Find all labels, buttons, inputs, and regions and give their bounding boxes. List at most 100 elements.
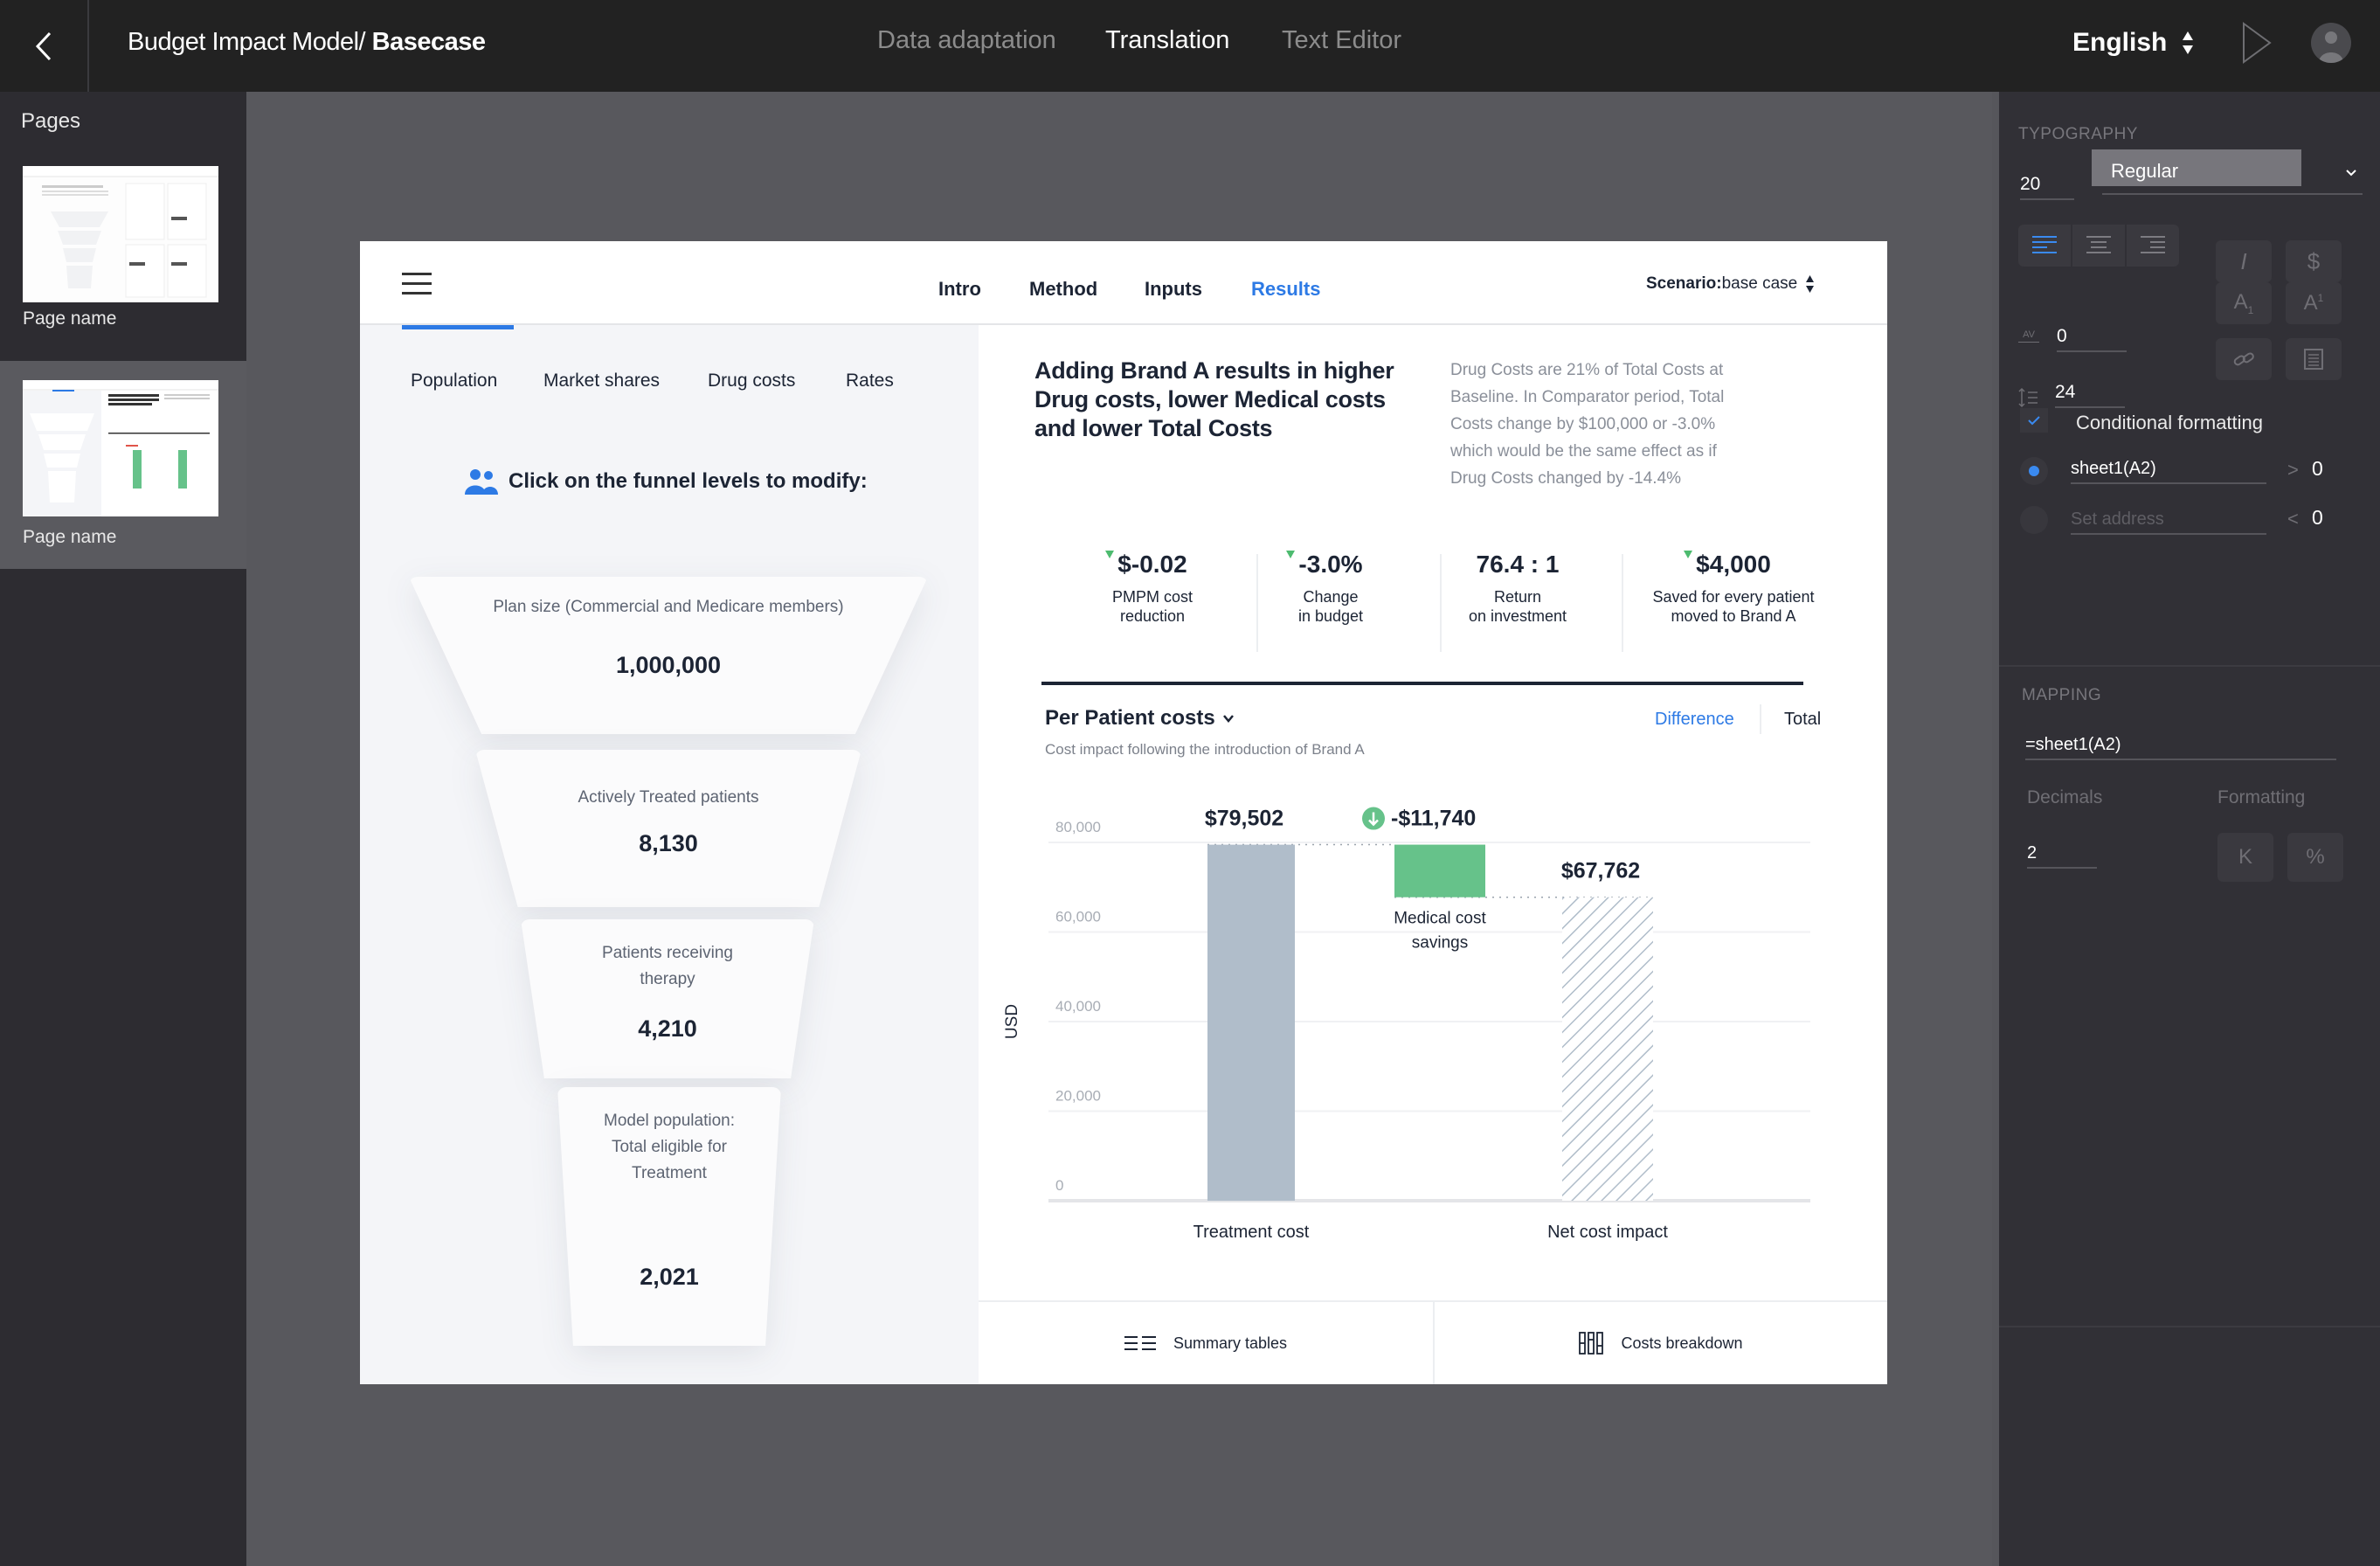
tab-translation[interactable]: Translation xyxy=(1105,26,1229,55)
subtab-population[interactable]: Population xyxy=(411,371,497,392)
bar-value-label: -$11,740 xyxy=(1391,807,1476,831)
page-thumbnail-item[interactable]: Page name xyxy=(0,166,246,358)
link-icon xyxy=(2233,352,2254,366)
scenario-selector[interactable]: Scenario:base case xyxy=(1646,274,1815,294)
align-center-button[interactable] xyxy=(2072,225,2125,267)
costs-breakdown-label: Costs breakdown xyxy=(1621,1334,1743,1352)
summary-tables-label: Summary tables xyxy=(1173,1334,1288,1352)
hamburger-menu-icon[interactable] xyxy=(402,273,432,295)
mapping-section-label: MAPPING xyxy=(2022,686,2102,704)
line-height-input[interactable]: 24 xyxy=(2055,382,2125,408)
conditional-formatting-checkbox[interactable] xyxy=(2020,408,2048,433)
section-divider xyxy=(1999,665,2380,667)
rule-1-value[interactable]: 0 xyxy=(2312,457,2323,481)
font-weight-select[interactable]: Regular xyxy=(2092,149,2363,195)
pages-title: Pages xyxy=(21,109,81,133)
letter-spacing-icon: AV xyxy=(2018,329,2039,343)
page-thumbnail xyxy=(23,380,218,516)
rule-2-operator[interactable]: < xyxy=(2287,508,2299,530)
subtab-market-shares[interactable]: Market shares xyxy=(543,371,660,392)
list-icon xyxy=(1124,1336,1156,1350)
italic-button[interactable]: I xyxy=(2216,240,2272,282)
subtab-rates[interactable]: Rates xyxy=(846,371,894,392)
superscript-glyph: A xyxy=(2303,291,2318,315)
funnel-level-receiving-therapy[interactable]: Patients receiving therapy 4,210 xyxy=(521,919,814,1078)
subtab-drug-costs[interactable]: Drug costs xyxy=(708,371,795,392)
sort-arrows-icon xyxy=(1806,275,1815,293)
funnel-hint: Click on the funnel levels to modify: xyxy=(465,468,868,495)
funnel-level-plan-size[interactable]: Plan size (Commercial and Medicare membe… xyxy=(409,577,928,734)
conditional-formatting-label: Conditional formatting xyxy=(2076,412,2264,433)
document-title-scenario: Basecase xyxy=(371,28,486,56)
format-thousands-label: K xyxy=(2238,845,2252,869)
align-left-button[interactable] xyxy=(2018,225,2071,267)
funnel-level-label: Actively Treated patients xyxy=(578,788,759,807)
user-avatar[interactable] xyxy=(2311,23,2351,63)
rule-1-address-input[interactable]: sheet1(A2) xyxy=(2071,459,2266,484)
funnel-level-value: 2,021 xyxy=(640,1264,699,1290)
x-category-label: Net cost impact xyxy=(1547,1223,1668,1242)
rule-2-radio[interactable] xyxy=(2020,506,2048,534)
user-avatar-icon xyxy=(2319,31,2343,63)
paragraph-icon xyxy=(2304,349,2323,370)
properties-panel: TYPOGRAPHY 20 Regular I $ A1 A1 AV 0 24 … xyxy=(1992,92,2380,1566)
decimals-input[interactable]: 2 xyxy=(2027,843,2097,869)
columns-icon xyxy=(1579,1332,1604,1355)
y-tick-label: 80,000 xyxy=(1055,819,1101,835)
mapping-formula-input[interactable]: =sheet1(A2) xyxy=(2025,735,2336,760)
subscript-icon: A1 xyxy=(2234,290,2254,316)
subscript-button[interactable]: A1 xyxy=(2216,282,2272,324)
funnel-level-shape xyxy=(475,750,861,907)
language-selector[interactable]: English xyxy=(2072,28,2194,58)
funnel-level-actively-treated[interactable]: Actively Treated patients 8,130 xyxy=(475,750,861,907)
bar-net-cost-impact xyxy=(1562,897,1653,1201)
rule-1-operator[interactable]: > xyxy=(2287,459,2299,482)
funnel-hint-text: Click on the funnel levels to modify: xyxy=(509,469,868,493)
results-bottom-bar: Summary tables Costs breakdown xyxy=(979,1300,1887,1384)
summary-tables-button[interactable]: Summary tables xyxy=(979,1302,1433,1384)
superscript-icon: A1 xyxy=(2304,291,2324,315)
bar-value-label: $67,762 xyxy=(1561,859,1640,883)
y-tick-label: 20,000 xyxy=(1055,1088,1101,1105)
funnel-level-label: Plan size (Commercial and Medicare membe… xyxy=(493,598,844,616)
nav-results[interactable]: Results xyxy=(1251,278,1320,301)
rule-1-radio[interactable] xyxy=(2020,457,2048,485)
preview-play-button[interactable] xyxy=(2242,22,2272,68)
letter-spacing-icon-text: AV xyxy=(2023,329,2035,340)
users-icon xyxy=(465,469,498,495)
page-thumbnail xyxy=(23,166,218,302)
funnel-level-value: 8,130 xyxy=(639,830,698,856)
line-height-icon xyxy=(2018,387,2038,408)
font-size-input[interactable]: 20 xyxy=(2020,174,2074,200)
format-thousands-button[interactable]: K xyxy=(2217,833,2273,882)
chevron-left-icon xyxy=(35,31,52,60)
funnel-level-label: Model population: Total eligible for Tre… xyxy=(604,1112,735,1182)
font-weight-value: Regular xyxy=(2111,160,2179,182)
nav-inputs[interactable]: Inputs xyxy=(1145,278,1202,301)
align-left-icon xyxy=(2032,236,2057,253)
rule-2-value[interactable]: 0 xyxy=(2312,506,2323,530)
radio-dot-icon xyxy=(2029,466,2039,476)
page-thumbnail-preview xyxy=(23,166,218,302)
costs-breakdown-button[interactable]: Costs breakdown xyxy=(1435,1302,1887,1384)
page-thumbnail-item-selected[interactable]: Page name xyxy=(0,361,246,569)
format-percent-button[interactable]: % xyxy=(2287,833,2343,882)
nav-intro[interactable]: Intro xyxy=(938,278,981,301)
funnel-level-model-population[interactable]: Model population: Total eligible for Tre… xyxy=(557,1087,781,1346)
paragraph-button[interactable] xyxy=(2286,338,2342,380)
back-button[interactable] xyxy=(0,0,89,92)
tab-data-adaptation[interactable]: Data adaptation xyxy=(877,26,1056,55)
link-button[interactable] xyxy=(2216,338,2272,380)
tab-text-editor[interactable]: Text Editor xyxy=(1282,26,1401,55)
letter-spacing-input[interactable]: 0 xyxy=(2057,326,2127,352)
sort-arrows-icon xyxy=(2183,31,2194,54)
align-right-button[interactable] xyxy=(2127,225,2179,267)
results-pane: Adding Brand A results in higher Drug co… xyxy=(979,325,1887,1384)
align-center-icon xyxy=(2086,236,2111,253)
currency-button[interactable]: $ xyxy=(2286,240,2342,282)
x-category-label: Treatment cost xyxy=(1193,1223,1310,1242)
superscript-button[interactable]: A1 xyxy=(2286,282,2342,324)
bar-value-label: $79,502 xyxy=(1205,807,1283,831)
nav-method[interactable]: Method xyxy=(1029,278,1097,301)
rule-2-address-input[interactable]: Set address xyxy=(2071,509,2266,535)
